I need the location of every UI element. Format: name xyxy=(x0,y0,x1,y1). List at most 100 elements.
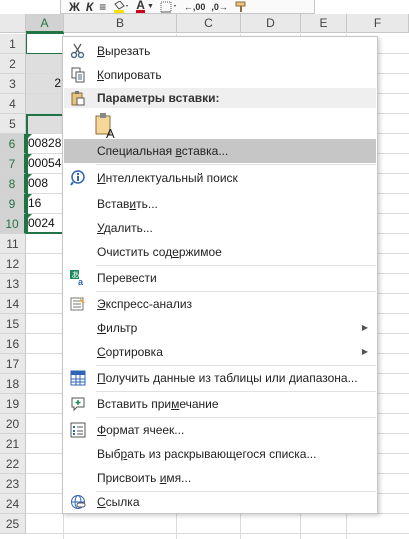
row-header-6[interactable]: 6 xyxy=(0,134,26,154)
column-header-c[interactable]: C xyxy=(177,14,241,33)
row-header-8[interactable]: 8 xyxy=(0,174,26,194)
scissors-icon xyxy=(70,43,86,59)
link-icon xyxy=(70,494,86,510)
menu-item-sort[interactable]: Сортировка ▶ xyxy=(64,340,376,364)
italic-button[interactable]: К xyxy=(86,1,93,13)
decrease-decimal-icon: → xyxy=(218,1,228,12)
menu-label-copy: Копировать xyxy=(97,68,162,82)
cell-a8[interactable]: 008 xyxy=(26,174,64,194)
menu-item-format-cells[interactable]: Формат ячеек... xyxy=(64,418,376,442)
row-header-18[interactable]: 18 xyxy=(0,374,26,394)
menu-label-format-cells: Формат ячеек... xyxy=(97,423,185,437)
svg-text:a: a xyxy=(78,277,84,286)
cell-a1[interactable] xyxy=(26,34,64,54)
menu-label-pick-from-list: Выбрать из раскрывающегося списка... xyxy=(97,447,317,461)
column-header-b[interactable]: B xyxy=(64,14,177,33)
cell-a9[interactable]: 16 xyxy=(26,194,64,214)
cell-a5[interactable] xyxy=(26,114,64,134)
column-header-f[interactable]: F xyxy=(347,14,409,33)
row-header-10[interactable]: 10 xyxy=(0,214,26,234)
row-header-22[interactable]: 22 xyxy=(0,454,26,474)
bold-button[interactable]: Ж xyxy=(69,1,80,13)
menu-label-cut: Вырезать xyxy=(97,44,151,58)
row-header-15[interactable]: 15 xyxy=(0,314,26,334)
row-header-11[interactable]: 11 xyxy=(0,234,26,254)
row-header-5[interactable]: 5 xyxy=(0,114,26,134)
context-menu: Вырезать Копировать Параметры вставки: A… xyxy=(62,36,378,514)
menu-item-define-name[interactable]: Присвоить имя... xyxy=(64,466,376,490)
row-header-17[interactable]: 17 xyxy=(0,354,26,374)
borders-button[interactable] xyxy=(160,1,178,13)
align-center-button[interactable]: ≡ xyxy=(99,1,106,13)
menu-item-pick-from-list[interactable]: Выбрать из раскрывающегося списка... xyxy=(64,442,376,466)
menu-label-clear-contents: Очистить содержимое xyxy=(97,245,222,259)
row-header-3[interactable]: 3 xyxy=(0,74,26,94)
table-icon xyxy=(70,370,86,386)
quick-analysis-icon xyxy=(70,296,86,312)
paint-bucket-icon xyxy=(114,0,129,13)
cell-a2[interactable] xyxy=(26,54,64,74)
row-header-13[interactable]: 13 xyxy=(0,274,26,294)
menu-item-get-data[interactable]: Получить данные из таблицы или диапазона… xyxy=(64,366,376,390)
menu-label-paste-special: Специальная вставка... xyxy=(97,144,229,158)
menu-item-translate[interactable]: あa Перевести xyxy=(64,266,376,290)
column-header-e[interactable]: E xyxy=(301,14,347,33)
menu-label-sort: Сортировка xyxy=(97,345,163,359)
clipboard-icon xyxy=(70,90,86,106)
row-header-12[interactable]: 12 xyxy=(0,254,26,274)
cell-a6[interactable]: 00828 xyxy=(26,134,64,154)
menu-item-copy[interactable]: Копировать xyxy=(64,63,376,87)
cell-a10[interactable]: 0024 xyxy=(26,214,64,234)
row-header-23[interactable]: 23 xyxy=(0,474,26,494)
row-header-19[interactable]: 19 xyxy=(0,394,26,414)
paste-values-button[interactable]: A xyxy=(94,112,122,141)
mini-toolbar: Ж К ≡ A ▼ ← ,00 ,0 → xyxy=(60,0,315,14)
row-header-9[interactable]: 9 xyxy=(0,194,26,214)
row-header-2[interactable]: 2 xyxy=(0,54,26,74)
paste-options-header: Параметры вставки: xyxy=(64,88,376,108)
menu-item-link[interactable]: Ссылка xyxy=(64,490,376,514)
smart-lookup-icon xyxy=(70,170,86,186)
menu-item-delete[interactable]: Удалить... xyxy=(64,216,376,240)
decrease-decimal-label: ,0 xyxy=(211,1,219,12)
fill-color-button[interactable] xyxy=(112,0,130,13)
row-header-4[interactable]: 4 xyxy=(0,94,26,114)
cell-a4[interactable] xyxy=(26,94,64,114)
font-color-button[interactable]: A ▼ xyxy=(136,0,154,13)
cell-a7[interactable]: 00054 xyxy=(26,154,64,174)
menu-label-filter: Фильтр xyxy=(97,321,138,335)
column-header-a[interactable]: A xyxy=(26,14,64,33)
decrease-decimal-button[interactable]: ,0 → xyxy=(211,1,228,13)
menu-item-quick-analysis[interactable]: Экспресс-анализ xyxy=(64,292,376,316)
comment-icon xyxy=(70,396,86,412)
row-header-14[interactable]: 14 xyxy=(0,294,26,314)
font-color-letter: A xyxy=(136,0,145,13)
menu-label-insert: Вставить... xyxy=(97,197,158,211)
increase-decimal-button[interactable]: ← ,00 xyxy=(184,1,206,13)
format-painter-button[interactable] xyxy=(234,1,250,13)
menu-label-delete: Удалить... xyxy=(97,221,153,235)
increase-decimal-icon: ← xyxy=(183,1,193,12)
paste-values-icon: A xyxy=(95,113,115,141)
row-header-1[interactable]: 1 xyxy=(0,34,26,54)
menu-item-insert-comment[interactable]: Вставить примечание xyxy=(64,392,376,416)
menu-item-cut[interactable]: Вырезать xyxy=(64,39,376,63)
row-header-25[interactable]: 25 xyxy=(0,514,26,534)
row-header-20[interactable]: 20 xyxy=(0,414,26,434)
cell-a3[interactable]: 2 xyxy=(26,74,64,94)
menu-separator xyxy=(96,164,376,165)
row-header-21[interactable]: 21 xyxy=(0,434,26,454)
row-header-7[interactable]: 7 xyxy=(0,154,26,174)
menu-label-translate: Перевести xyxy=(97,271,157,285)
select-all-corner[interactable] xyxy=(0,14,26,33)
paste-options-label: Параметры вставки: xyxy=(97,91,220,105)
increase-decimal-label: ,00 xyxy=(192,1,206,12)
column-header-d[interactable]: D xyxy=(241,14,301,33)
menu-item-clear-contents[interactable]: Очистить содержимое xyxy=(64,240,376,264)
menu-item-paste-special[interactable]: Специальная вставка... xyxy=(64,139,376,163)
menu-item-filter[interactable]: Фильтр ▶ xyxy=(64,316,376,340)
menu-item-smart-lookup[interactable]: Интеллектуальный поиск xyxy=(64,166,376,190)
row-header-24[interactable]: 24 xyxy=(0,494,26,514)
row-header-16[interactable]: 16 xyxy=(0,334,26,354)
menu-item-insert[interactable]: Вставить... xyxy=(64,192,376,216)
